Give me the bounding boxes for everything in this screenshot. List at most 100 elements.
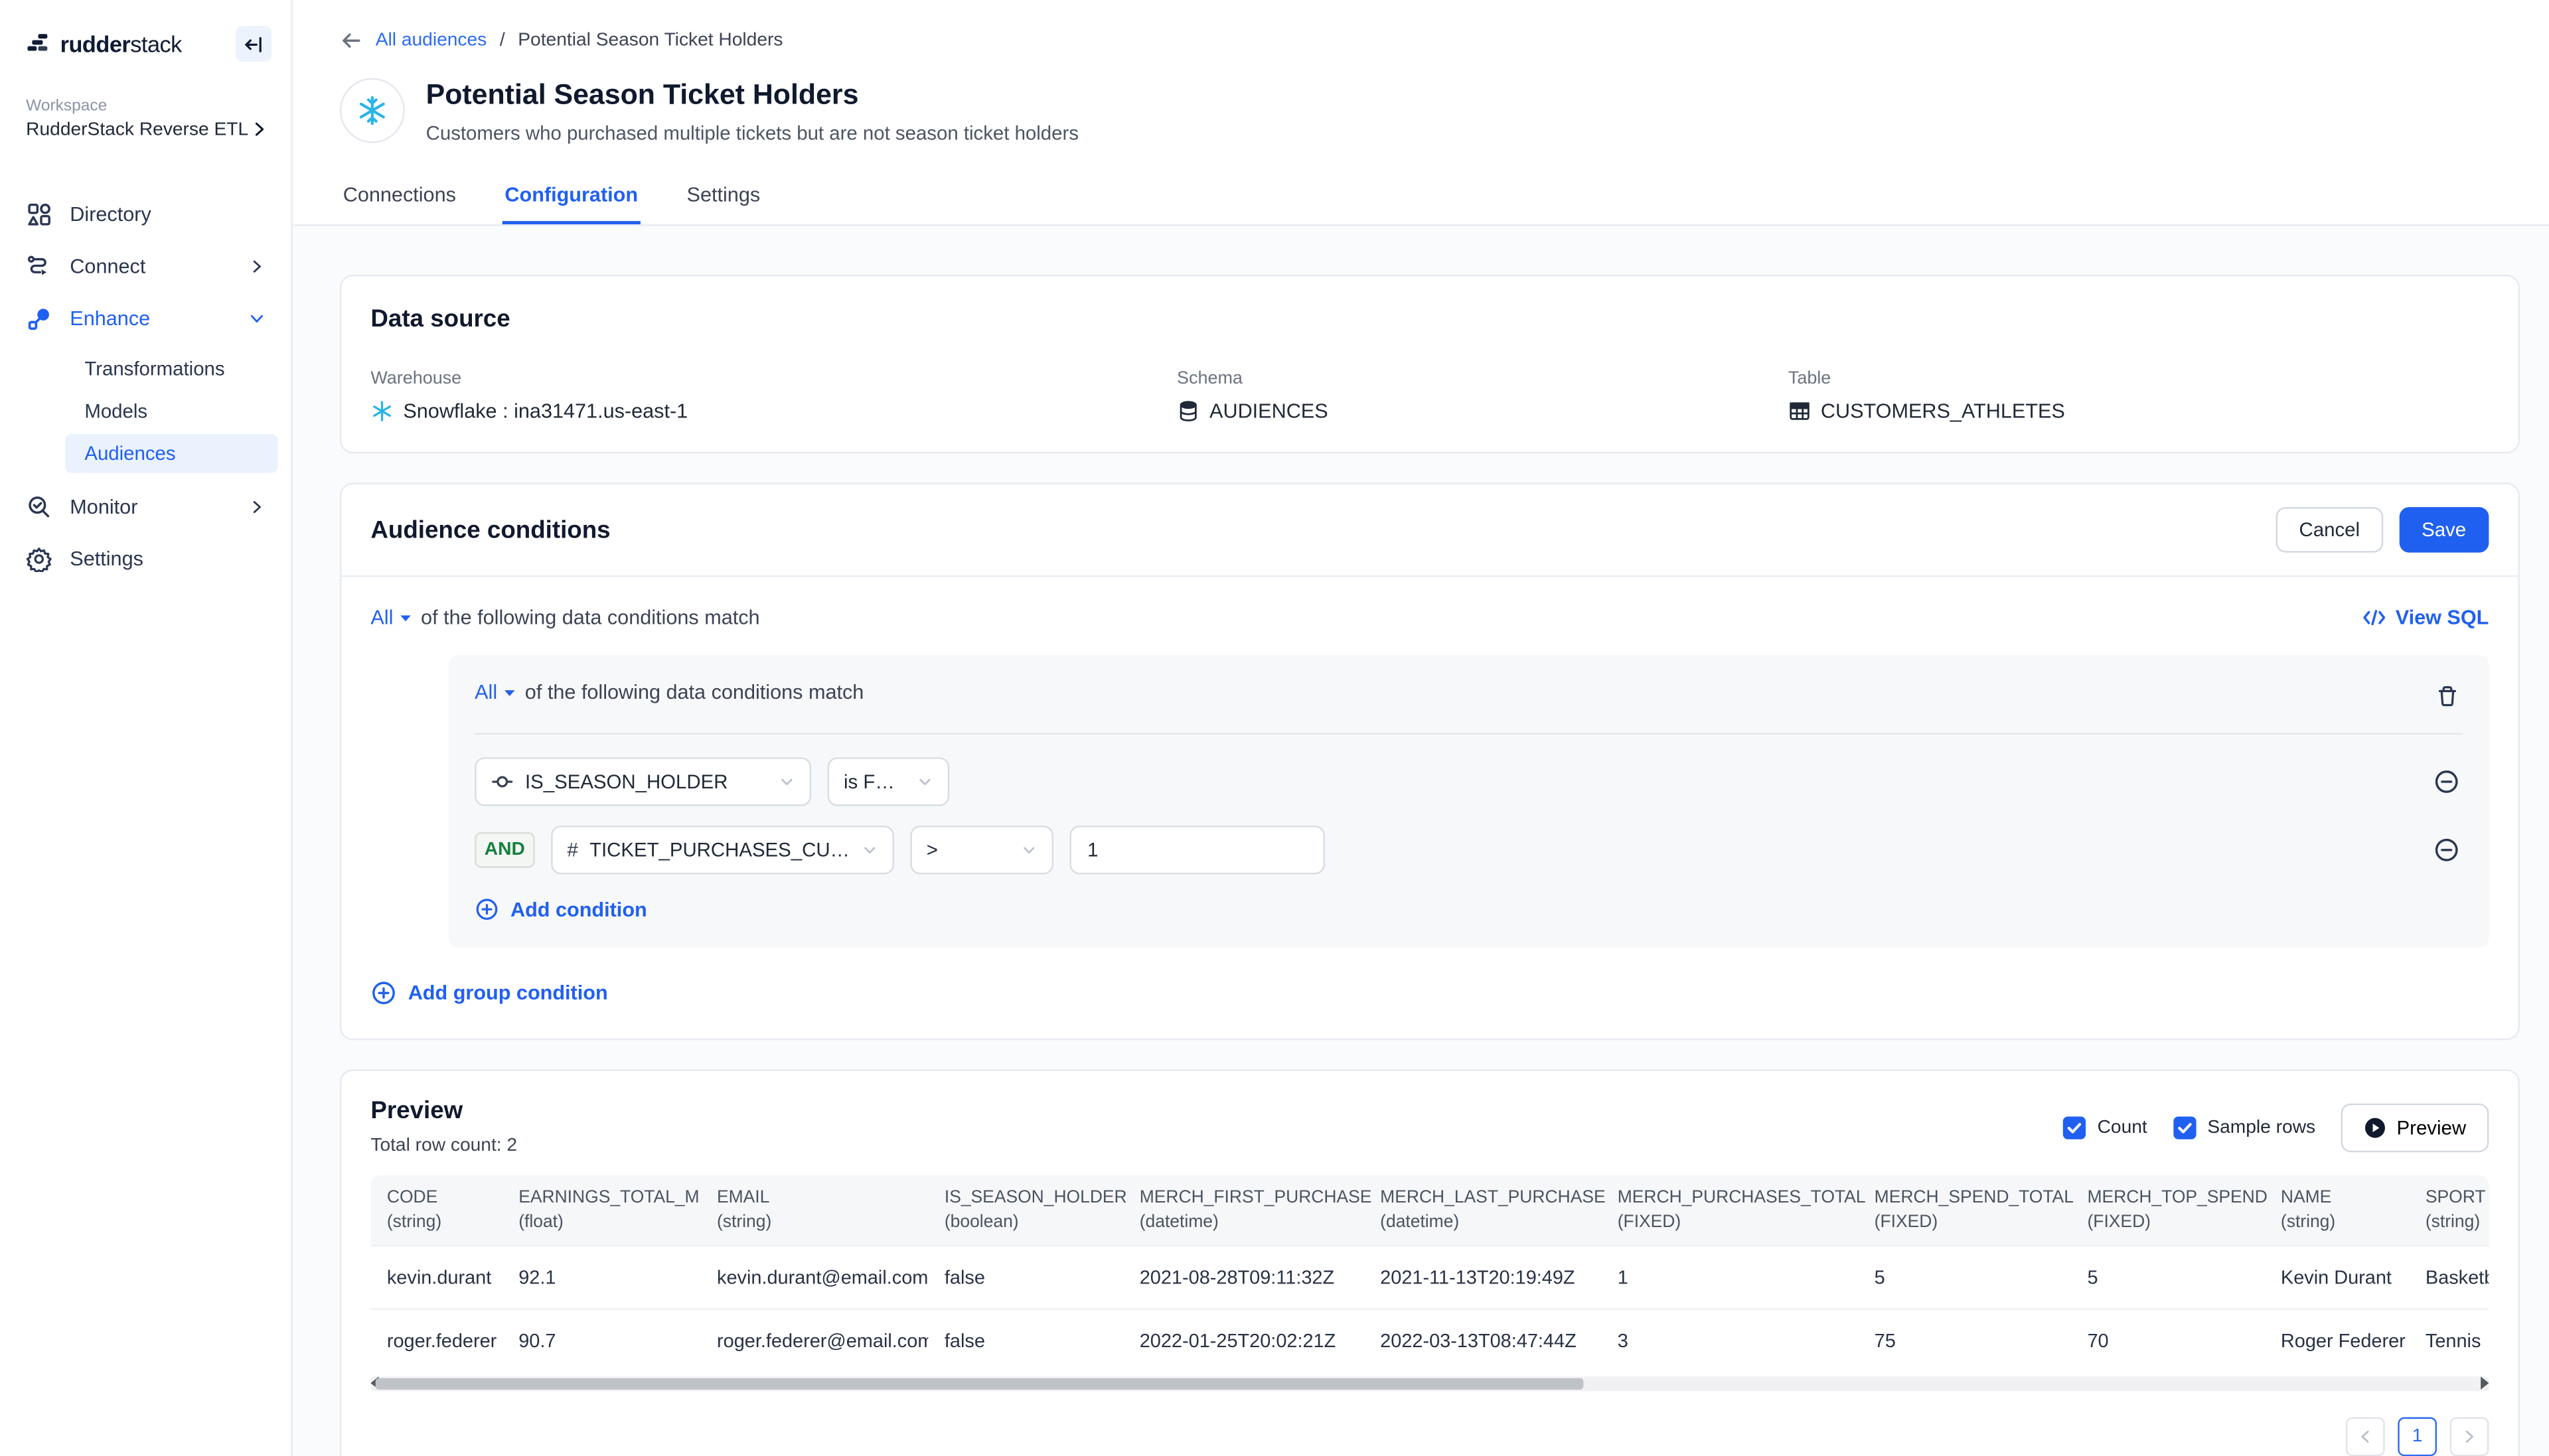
sidebar-item-connect[interactable]: Connect	[13, 240, 278, 292]
chevron-down-icon	[917, 774, 933, 790]
previous-page-button[interactable]	[2346, 1416, 2385, 1455]
page-header: All audiences / Potential Season Ticket …	[293, 0, 2549, 226]
schema-field: Schema AUDIENCES	[1177, 369, 1788, 423]
next-page-button[interactable]	[2450, 1416, 2489, 1455]
plus-circle-icon	[370, 980, 396, 1006]
breadcrumb-current: Potential Season Ticket Holders	[518, 31, 783, 50]
table-row[interactable]: roger.federer 90.7 roger.federer@email.c…	[370, 1309, 2489, 1373]
audience-conditions-card: Audience conditions Cancel Save All	[340, 482, 2520, 1040]
outer-match-selector[interactable]: All	[370, 606, 412, 628]
schema-icon	[1177, 400, 1199, 422]
trash-icon	[2435, 684, 2460, 709]
tab-connections[interactable]: Connections	[340, 174, 459, 224]
scrollbar-thumb[interactable]	[376, 1378, 1583, 1389]
tab-configuration[interactable]: Configuration	[502, 174, 641, 224]
breadcrumb-parent-link[interactable]: All audiences	[376, 31, 487, 50]
sidebar-item-label: Monitor	[70, 496, 230, 518]
enhance-submenu: Transformations Models Audiences	[13, 348, 278, 474]
condition-value-input[interactable]	[1069, 826, 1324, 874]
add-group-condition-button[interactable]: Add group condition	[370, 980, 2489, 1006]
warehouse-value: Snowflake : ina31471.us-east-1	[403, 400, 688, 422]
preview-button[interactable]: Preview	[2341, 1104, 2489, 1152]
sidebar-item-label: Settings	[70, 547, 265, 570]
sample-rows-checkbox[interactable]: Sample rows	[2173, 1116, 2315, 1139]
table-cell: roger.federer@email.com	[701, 1309, 929, 1373]
workspace-name: RudderStack Reverse ETL Den	[26, 120, 249, 139]
column-header: IS_SEASON_HOLDER(boolean)	[928, 1175, 1123, 1246]
chevron-down-icon	[779, 774, 795, 790]
preview-title: Preview	[370, 1097, 517, 1125]
table-cell: 90.7	[502, 1309, 701, 1373]
table-cell: 70	[2071, 1309, 2264, 1373]
minus-circle-icon	[2433, 768, 2459, 794]
table-cell: 1	[1601, 1246, 1858, 1309]
snowflake-icon	[370, 400, 393, 422]
table-cell: 3	[1601, 1309, 1858, 1373]
collapse-sidebar-button[interactable]	[236, 26, 271, 62]
operator-select[interactable]: >	[910, 826, 1053, 874]
table-cell: 5	[2071, 1246, 2264, 1309]
total-row-count: Total row count: 2	[370, 1136, 517, 1155]
minus-circle-icon	[2433, 837, 2459, 863]
audience-avatar	[340, 78, 405, 143]
group-match-selector[interactable]: All	[475, 681, 516, 703]
sidebar-item-monitor[interactable]: Monitor	[13, 481, 278, 533]
table-cell: Kevin Durant	[2264, 1246, 2409, 1309]
and-conjunction-badge[interactable]: AND	[475, 832, 534, 868]
sidebar-item-audiences[interactable]: Audiences	[65, 434, 278, 473]
back-arrow-icon[interactable]	[340, 29, 362, 52]
monitor-icon	[26, 494, 52, 520]
count-checkbox[interactable]: Count	[2063, 1116, 2147, 1139]
caret-down-icon	[398, 611, 413, 625]
chevron-right-icon	[2461, 1427, 2477, 1443]
sidebar-item-directory[interactable]: Directory	[13, 188, 278, 240]
add-condition-button[interactable]: Add condition	[475, 897, 2463, 922]
column-header: MERCH_FIRST_PURCHASE(datetime)	[1123, 1175, 1363, 1246]
snowflake-icon	[356, 94, 388, 127]
table-cell: false	[928, 1246, 1123, 1309]
sidebar-item-label: Connect	[70, 255, 230, 277]
outer-match-text: of the following data conditions match	[421, 606, 760, 628]
code-icon	[2361, 608, 2386, 627]
table-row[interactable]: kevin.durant 92.1 kevin.durant@email.com…	[370, 1246, 2489, 1309]
data-source-title: Data source	[370, 305, 2489, 333]
table-cell: 75	[1858, 1309, 2071, 1373]
warehouse-label: Warehouse	[370, 369, 1177, 388]
field-select[interactable]: IS_SEASON_HOLDER	[475, 757, 811, 806]
preview-table: CODE(string) EARNINGS_TOTAL_M(float) EMA…	[370, 1175, 2489, 1373]
chevron-right-icon	[249, 258, 265, 274]
operator-select[interactable]: is False	[828, 757, 950, 806]
sidebar-item-models[interactable]: Models	[65, 392, 278, 431]
delete-group-button[interactable]	[2432, 681, 2463, 712]
cancel-button[interactable]: Cancel	[2276, 507, 2382, 553]
rudderstack-logo[interactable]: rudderstack	[26, 31, 182, 57]
table-icon	[1788, 400, 1811, 422]
column-header: SPORT(string)	[2409, 1175, 2489, 1246]
save-button[interactable]: Save	[2399, 507, 2489, 553]
pagination: 1	[341, 1390, 2518, 1456]
remove-condition-button[interactable]	[2430, 834, 2463, 866]
sample-rows-checkbox-label: Sample rows	[2207, 1118, 2315, 1137]
remove-condition-button[interactable]	[2430, 765, 2463, 798]
table-cell: roger.federer	[370, 1309, 502, 1373]
sidebar-menu: Directory Connect Enhance	[0, 188, 291, 585]
sidebar-item-enhance[interactable]: Enhance	[13, 293, 278, 344]
sidebar-item-transformations[interactable]: Transformations	[65, 350, 278, 389]
breadcrumb-separator: /	[500, 31, 505, 50]
connect-icon	[26, 254, 52, 279]
horizontal-scrollbar[interactable]	[370, 1376, 2489, 1390]
sidebar-item-label: Transformations	[84, 358, 224, 380]
scroll-right-arrow-icon[interactable]	[2481, 1376, 2489, 1389]
main-area: All audiences / Potential Season Ticket …	[293, 0, 2549, 1456]
tab-settings[interactable]: Settings	[684, 174, 763, 224]
page-1-button[interactable]: 1	[2398, 1416, 2437, 1455]
sidebar-item-label: Directory	[70, 203, 265, 226]
chevron-left-icon	[2357, 1427, 2373, 1443]
field-select[interactable]: TICKET_PURCHASES_CUMULATI...	[551, 826, 894, 874]
workspace-switcher[interactable]: Workspace RudderStack Reverse ETL Den	[26, 98, 271, 140]
condition-group: All of the following data conditions mat…	[449, 655, 2489, 948]
view-sql-link[interactable]: View SQL	[2361, 606, 2489, 628]
table-cell: kevin.durant@email.com	[701, 1246, 929, 1309]
sidebar-item-settings[interactable]: Settings	[13, 533, 278, 585]
workspace-label: Workspace	[26, 98, 249, 115]
